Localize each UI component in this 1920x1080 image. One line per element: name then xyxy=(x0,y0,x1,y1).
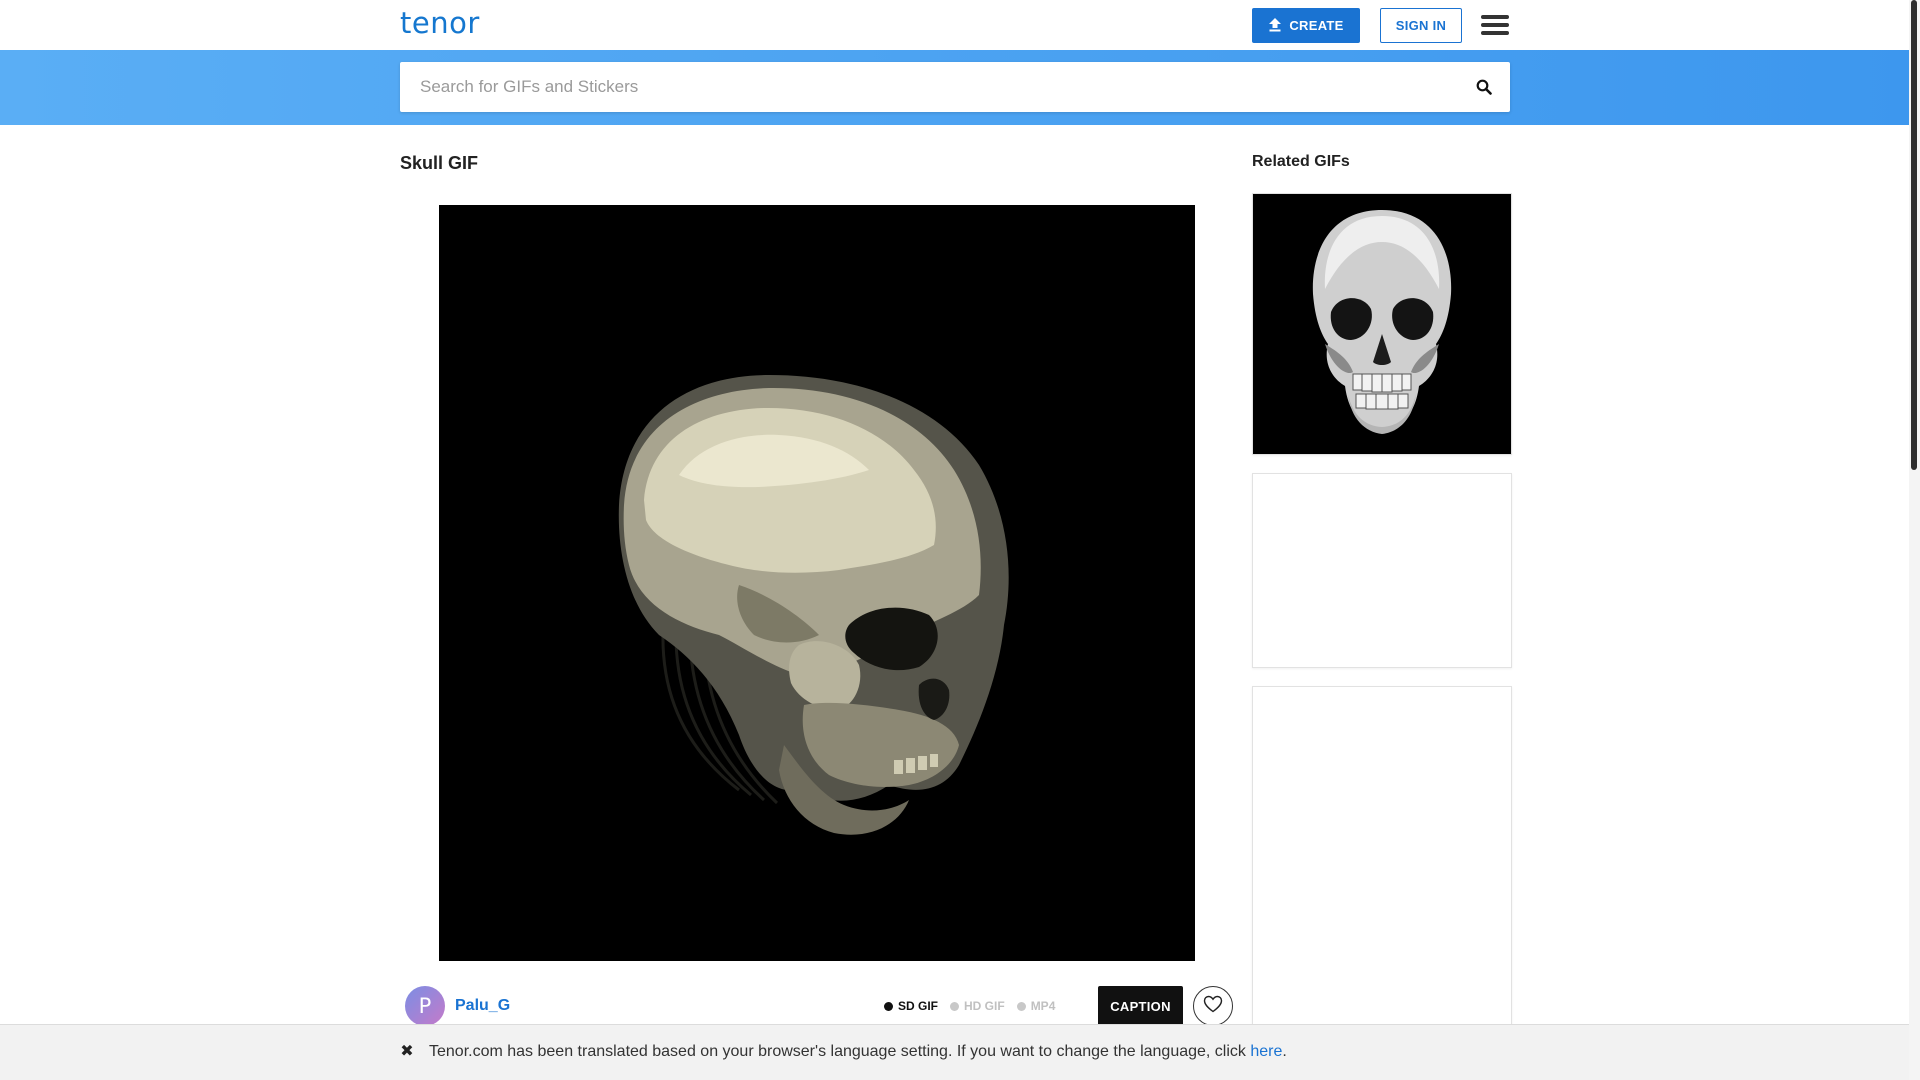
format-label: HD GIF xyxy=(964,999,1005,1013)
create-button-label: CREATE xyxy=(1289,18,1344,33)
heart-icon xyxy=(1203,995,1223,1018)
page-title: Skull GIF xyxy=(400,153,479,173)
radio-dot-icon xyxy=(1016,1001,1026,1011)
notice-suffix: . xyxy=(1282,1043,1287,1060)
create-button[interactable]: CREATE xyxy=(1252,8,1360,43)
hamburger-menu-icon[interactable] xyxy=(1481,15,1509,35)
avatar[interactable]: P xyxy=(405,986,445,1026)
search-box xyxy=(400,62,1510,112)
format-option-hd-gif[interactable]: HD GIF xyxy=(950,999,1005,1013)
format-label: SD GIF xyxy=(898,999,939,1013)
language-notice-text: Tenor.com has been translated based on y… xyxy=(429,1043,1287,1061)
author-name-link[interactable]: Palu_G xyxy=(455,997,510,1015)
language-notice-banner: ✖ Tenor.com has been translated based on… xyxy=(0,1024,1909,1080)
related-gif-card-placeholder[interactable] xyxy=(1252,473,1512,668)
format-selector: SD GIF HD GIF MP4 xyxy=(884,999,1055,1013)
format-option-mp4[interactable]: MP4 xyxy=(1016,999,1056,1013)
tenor-logo[interactable]: tenor xyxy=(400,6,480,40)
search-icon[interactable] xyxy=(1472,75,1496,99)
format-option-sd-gif[interactable]: SD GIF xyxy=(884,999,938,1013)
upload-arrow-icon xyxy=(1268,17,1282,35)
search-input[interactable] xyxy=(400,62,1450,112)
top-navigation-bar: tenor CREATE SIGN IN xyxy=(0,0,1909,50)
close-icon[interactable]: ✖ xyxy=(398,1042,416,1060)
favorite-button[interactable] xyxy=(1193,986,1233,1026)
gif-media[interactable] xyxy=(439,205,1195,961)
scrollbar-thumb[interactable] xyxy=(1911,0,1917,470)
format-label: MP4 xyxy=(1030,999,1056,1013)
sign-in-button[interactable]: SIGN IN xyxy=(1380,8,1462,43)
skull-front-illustration xyxy=(1253,194,1511,454)
change-language-link[interactable]: here xyxy=(1250,1043,1282,1060)
radio-dot-icon xyxy=(884,1001,893,1011)
related-gif-card[interactable] xyxy=(1252,193,1512,455)
radio-dot-icon xyxy=(950,1001,960,1011)
skull-side-illustration xyxy=(439,205,1195,961)
author-info[interactable]: P Palu_G xyxy=(405,986,510,1026)
notice-message: Tenor.com has been translated based on y… xyxy=(429,1043,1251,1060)
caption-button[interactable]: CAPTION xyxy=(1098,986,1183,1026)
search-band xyxy=(0,50,1909,125)
related-gif-card-placeholder[interactable] xyxy=(1252,686,1512,1026)
related-gifs-heading: Related GIFs xyxy=(1252,153,1350,170)
